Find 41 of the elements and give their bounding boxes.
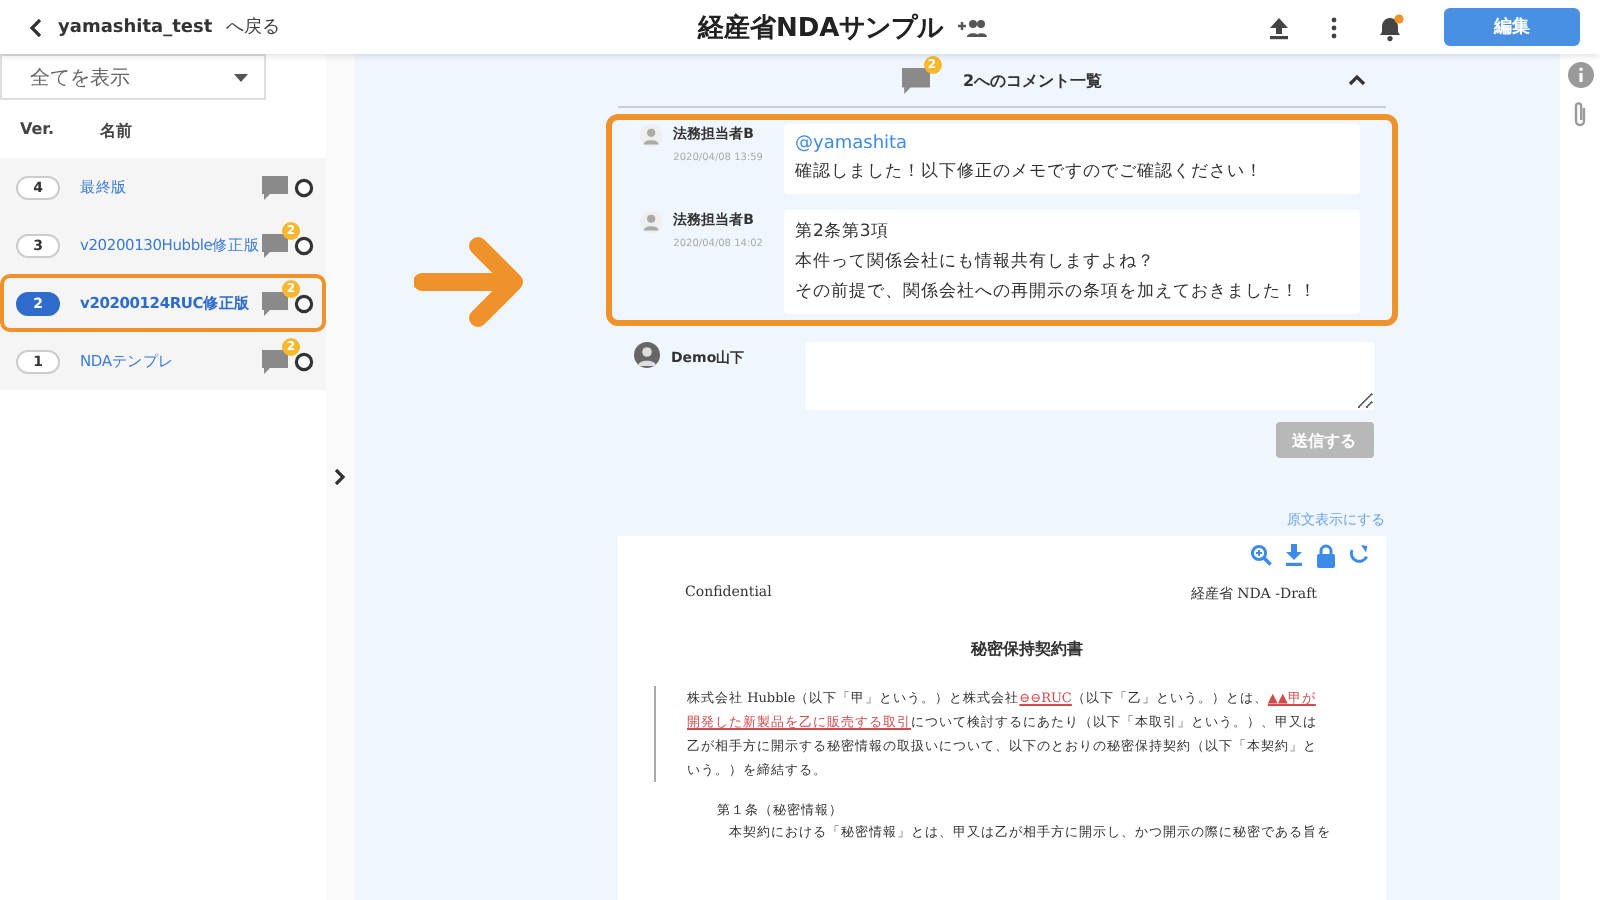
timeline-node-icon — [294, 177, 314, 197]
comment-icon[interactable] — [262, 233, 288, 257]
paperclip-icon[interactable] — [1572, 100, 1588, 128]
comment-icon[interactable] — [262, 349, 288, 373]
avatar-icon — [639, 124, 662, 148]
timeline-node-icon — [294, 351, 314, 371]
comment-icon[interactable] — [262, 175, 288, 199]
user-name: yamashita_test — [58, 17, 213, 37]
filter-dropdown[interactable]: 全てを表示 — [0, 54, 266, 100]
comment-text: 本件って関係会社にも情報共有しますよね？ — [795, 250, 1157, 274]
mention-link[interactable]: @yamashita — [795, 134, 1347, 154]
timeline-node-icon — [294, 235, 314, 255]
comment-text: 確認しました！以下修正のメモですのでご確認ください！ — [795, 160, 1265, 184]
comment-input-field[interactable] — [805, 342, 1373, 410]
comments-title: 2へのコメント一覧 — [963, 69, 1103, 91]
timeline-node-icon — [294, 293, 314, 313]
collapse-chevron-icon[interactable] — [1347, 74, 1365, 86]
info-icon[interactable] — [1567, 62, 1593, 88]
add-people-icon[interactable] — [955, 17, 988, 37]
avatar-icon — [639, 210, 662, 234]
column-header: Ver. — [20, 120, 57, 142]
column-header: 名前 — [100, 120, 132, 142]
comment-text: その前提で、関係会社への再開示の条項を加えておきました！！ — [795, 280, 1319, 304]
edit-button[interactable]: 編集 — [1444, 8, 1580, 46]
dropdown-caret-icon — [234, 73, 248, 81]
back-link[interactable]: へ戻る — [226, 14, 281, 40]
notification-bell-icon[interactable] — [1378, 13, 1404, 41]
zoom-icon[interactable] — [1249, 544, 1271, 566]
more-options-icon[interactable] — [1330, 15, 1338, 39]
user-avatar-icon — [633, 342, 659, 368]
comment-icon — [901, 67, 929, 93]
download-icon[interactable] — [1283, 544, 1303, 566]
expand-chevron-icon[interactable] — [334, 468, 346, 486]
comment-text: 第2条第3項 — [795, 220, 891, 244]
lock-icon[interactable] — [1315, 544, 1335, 568]
contract-title: 秘密保持契約書 — [968, 638, 1085, 660]
document-title: 経産省NDAサンプル — [698, 11, 944, 45]
refresh-icon[interactable] — [1347, 544, 1369, 566]
upload-icon[interactable] — [1268, 15, 1290, 39]
back-chevron-icon[interactable] — [28, 17, 44, 37]
comment-icon[interactable] — [262, 291, 288, 315]
